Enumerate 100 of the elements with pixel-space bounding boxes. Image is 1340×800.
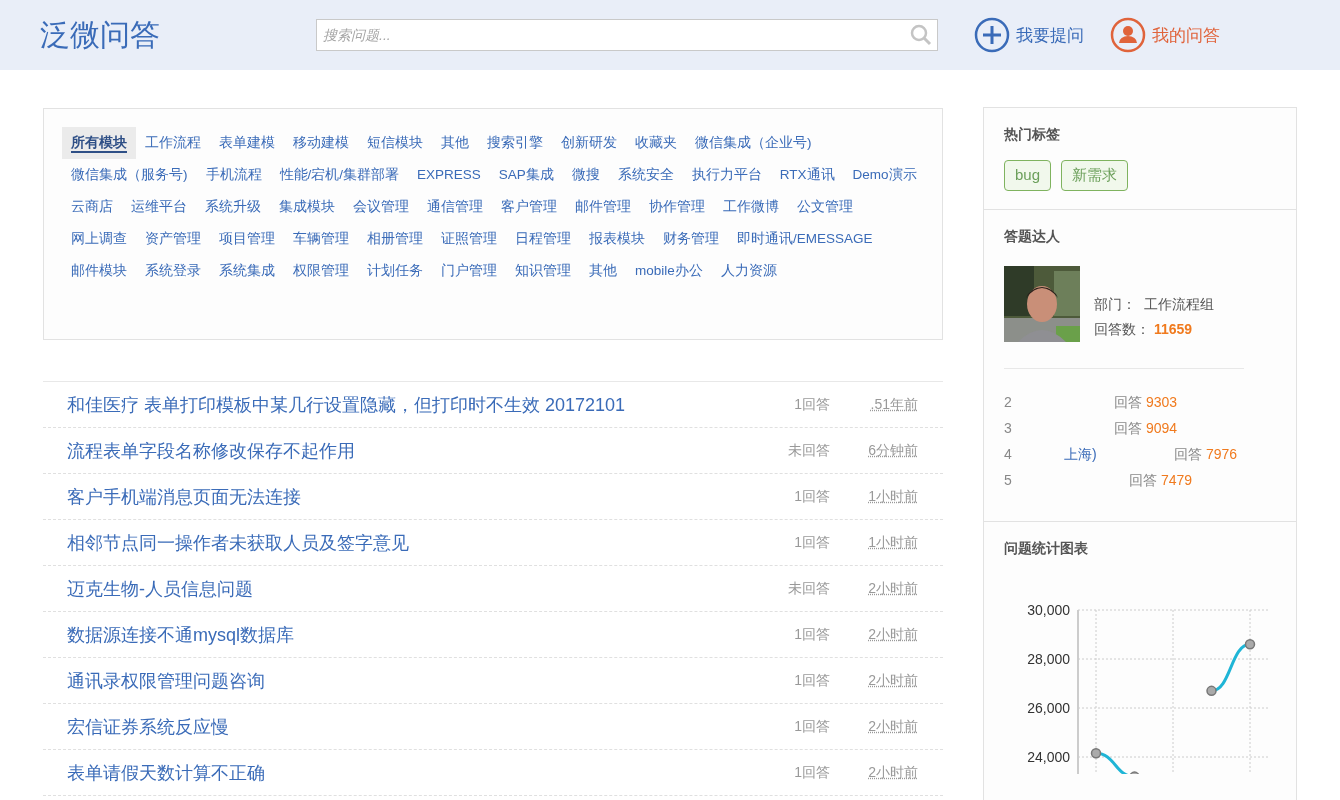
answer-count: 回答 7976 <box>1174 445 1238 464</box>
plus-icon <box>974 17 1010 53</box>
data-point <box>1244 639 1256 650</box>
module-tab[interactable]: 人力资源 <box>711 255 786 287</box>
module-tab[interactable]: 微信集成（企业号) <box>686 127 821 159</box>
module-tab[interactable]: 创新研发 <box>552 127 626 159</box>
module-tab[interactable]: 集成模块 <box>270 191 344 223</box>
answer-count: 未回答 <box>787 579 830 598</box>
module-tab[interactable]: 系统登录 <box>136 255 210 287</box>
module-tab[interactable]: 通信管理 <box>418 191 492 223</box>
answer-count: 1回答 <box>793 763 830 782</box>
module-tab[interactable]: 门户管理 <box>432 255 506 287</box>
module-tab[interactable]: 短信模块 <box>358 127 432 159</box>
data-point <box>1129 771 1140 774</box>
ask-question-link[interactable]: 我要提问 <box>974 17 1084 53</box>
module-tab[interactable]: 网上调查 <box>62 223 136 255</box>
question-link[interactable]: 迈克生物-人员信息问题 <box>67 576 770 601</box>
post-time: 1小时前 <box>867 533 918 552</box>
module-tab[interactable]: 其他 <box>432 127 478 159</box>
answer-count: 回答 7479 <box>1129 471 1193 490</box>
section-title: 问题统计图表 <box>1004 540 1089 558</box>
tag-link[interactable]: bug <box>1004 160 1052 191</box>
module-tab[interactable]: 相册管理 <box>358 223 432 255</box>
section-title: 答题达人 <box>1004 228 1061 246</box>
module-tab[interactable]: 手机流程 <box>196 159 271 191</box>
module-tab[interactable]: 运维平台 <box>122 191 196 223</box>
module-tab[interactable]: 财务管理 <box>654 223 728 255</box>
module-tab[interactable]: 权限管理 <box>284 255 358 287</box>
module-tab[interactable]: 系统升级 <box>196 191 270 223</box>
post-time: 6分钟前 <box>867 441 918 460</box>
module-tab[interactable]: 所有模块 <box>62 127 136 159</box>
answer-count: 1回答 <box>793 487 830 506</box>
my-answers-link[interactable]: 我的问答 <box>1110 17 1220 53</box>
module-tab[interactable]: 项目管理 <box>210 223 284 255</box>
post-time: 2小时前 <box>867 579 918 598</box>
module-tab[interactable]: 证照管理 <box>432 223 506 255</box>
module-tab[interactable]: RTX通讯 <box>770 159 844 191</box>
axis-label: 24,000 <box>1027 749 1070 765</box>
answer-count: 回答 9303 <box>1114 393 1178 412</box>
post-time: 2小时前 <box>867 763 918 782</box>
module-tab[interactable]: 微信集成（服务号) <box>62 159 197 191</box>
module-tab[interactable]: 移动建模 <box>284 127 358 159</box>
module-tab[interactable]: 表单建模 <box>210 127 284 159</box>
module-tab[interactable]: 系统安全 <box>608 159 683 191</box>
module-tab[interactable]: 资产管理 <box>136 223 210 255</box>
department-text: 部门： 工作流程组 <box>1094 295 1214 314</box>
post-time: .51年前 <box>869 395 918 414</box>
module-tab[interactable]: 即时通讯/EMESSAGE <box>728 223 882 255</box>
module-tab[interactable]: 系统集成 <box>210 255 284 287</box>
search-field[interactable]: 搜索问题... <box>316 19 938 51</box>
module-tab[interactable]: EXPRESS <box>408 159 490 191</box>
expert-name[interactable]: 上海) <box>1064 441 1174 467</box>
rank-number: 5 <box>1004 471 1013 490</box>
answer-count: 1回答 <box>793 395 830 414</box>
answer-total: 回答数： 11659 <box>1094 320 1194 339</box>
question-link[interactable]: 表单请假天数计算不正确 <box>67 760 770 785</box>
module-tab[interactable]: 公文管理 <box>788 191 862 223</box>
module-tab[interactable]: 工作微博 <box>714 191 788 223</box>
module-tab[interactable]: 会议管理 <box>344 191 418 223</box>
site-logo[interactable]: 泛微问答 <box>40 14 316 56</box>
data-point <box>1206 685 1217 697</box>
module-tab[interactable]: 邮件模块 <box>62 255 136 287</box>
question-link[interactable]: 和佳医疗 表单打印模板中某几行设置隐藏，但打印时不生效 20172101 <box>67 392 770 417</box>
module-tab[interactable]: 搜索引擎 <box>478 127 552 159</box>
module-tab[interactable]: 邮件管理 <box>566 191 640 223</box>
module-tab[interactable]: 计划任务 <box>358 255 432 287</box>
module-tab[interactable]: 收藏夹 <box>626 127 686 159</box>
question-link[interactable]: 通讯录权限管理问题咨询 <box>67 668 770 693</box>
module-tab[interactable]: 客户管理 <box>492 191 566 223</box>
question-link[interactable]: 流程表单字段名称修改保存不起作用 <box>67 438 770 463</box>
question-link[interactable]: 客户手机端消息页面无法连接 <box>67 484 770 509</box>
post-time: 2小时前 <box>867 625 918 644</box>
answer-count: 回答 9094 <box>1114 419 1178 438</box>
answer-count: 未回答 <box>787 441 830 460</box>
module-tab[interactable]: Demo演示 <box>843 159 926 191</box>
tag-link[interactable]: 新需求 <box>1061 160 1129 191</box>
module-tab[interactable]: 执行力平台 <box>682 159 771 191</box>
answer-count: 1回答 <box>793 533 830 552</box>
search-icon[interactable] <box>910 24 932 46</box>
module-tab[interactable]: mobile办公 <box>626 255 712 287</box>
module-tab[interactable]: 协作管理 <box>640 191 714 223</box>
rank-number: 3 <box>1004 419 1013 438</box>
module-tab[interactable]: SAP集成 <box>489 159 563 191</box>
user-icon <box>1110 17 1146 53</box>
post-time: 1小时前 <box>867 487 918 506</box>
module-tab[interactable]: 工作流程 <box>136 127 210 159</box>
data-point <box>1090 748 1102 759</box>
question-link[interactable]: 数据源连接不通mysql数据库 <box>67 622 770 647</box>
module-tab[interactable]: 日程管理 <box>506 223 580 255</box>
answer-count: 1回答 <box>793 717 830 736</box>
module-tab[interactable]: 性能/宕机/集群部署 <box>270 159 408 191</box>
module-tab[interactable]: 其他 <box>580 255 626 287</box>
module-tab[interactable]: 报表模块 <box>580 223 654 255</box>
question-link[interactable]: 宏信证券系统反应慢 <box>67 714 770 739</box>
module-tab[interactable]: 云商店 <box>62 191 122 223</box>
module-tab[interactable]: 知识管理 <box>506 255 580 287</box>
module-tab[interactable]: 微搜 <box>562 159 609 191</box>
question-link[interactable]: 相邻节点同一操作者未获取人员及签字意见 <box>67 530 770 555</box>
module-tab[interactable]: 车辆管理 <box>284 223 358 255</box>
axis-label: 26,000 <box>1027 700 1070 716</box>
